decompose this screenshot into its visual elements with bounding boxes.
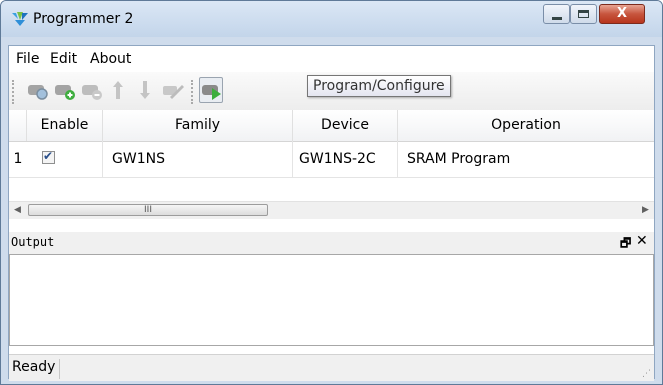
header-enable[interactable]: Enable [27, 110, 103, 141]
minimize-button[interactable] [543, 4, 570, 24]
maximize-icon [578, 10, 589, 18]
family-cell[interactable]: GW1NS [103, 141, 293, 177]
close-button[interactable]: X [599, 4, 645, 24]
move-down-button[interactable] [133, 77, 157, 103]
move-down-icon [140, 81, 150, 99]
toolbar-grip[interactable] [12, 80, 17, 104]
add-device-button[interactable] [52, 77, 76, 103]
float-panel-icon[interactable]: 🗗 [620, 234, 631, 255]
app-logo-icon [12, 12, 28, 26]
status-text: Ready [12, 359, 61, 379]
program-configure-button[interactable] [199, 77, 223, 103]
close-panel-icon[interactable]: ✕ [636, 233, 648, 249]
device-table: Enable Family Device Operation 1 ✔ GW1NS… [9, 110, 654, 219]
scrollbar-thumb[interactable]: III [28, 204, 268, 216]
program-configure-tooltip: Program/Configure [307, 75, 451, 97]
minimize-icon [552, 17, 562, 20]
table-row[interactable]: ✔ GW1NS GW1NS-2C SRAM Program [9, 141, 654, 178]
window-title: Programmer 2 [33, 11, 134, 27]
menu-about[interactable]: About [90, 51, 131, 67]
output-text-area[interactable] [9, 254, 654, 346]
header-family[interactable]: Family [103, 110, 293, 141]
edit-device-button[interactable] [160, 77, 184, 103]
scroll-right-icon[interactable]: ▶ [637, 202, 654, 219]
scan-icon [28, 85, 48, 100]
enable-cell: ✔ [27, 141, 103, 177]
add-device-icon [55, 85, 75, 100]
header-operation[interactable]: Operation [398, 110, 654, 141]
program-configure-icon [202, 85, 221, 100]
close-icon: X [616, 6, 628, 21]
programmer-window: Programmer 2 X File Edit About Enable Fa… [0, 0, 663, 385]
menu-edit[interactable]: Edit [50, 51, 77, 67]
enable-checkbox[interactable]: ✔ [42, 149, 55, 164]
header-device[interactable]: Device [293, 110, 398, 141]
output-panel: Output 🗗 ✕ [9, 232, 654, 354]
remove-device-icon [82, 85, 102, 100]
device-cell[interactable]: GW1NS-2C [293, 141, 398, 177]
status-bar: Ready ⋰ [9, 354, 654, 381]
remove-device-button[interactable] [79, 77, 103, 103]
toolbar-grip-2[interactable] [191, 80, 196, 104]
edit-icon [163, 85, 184, 99]
output-header[interactable]: Output 🗗 ✕ [9, 232, 654, 255]
maximize-button[interactable] [570, 4, 597, 24]
scroll-left-icon[interactable]: ◀ [9, 202, 26, 219]
operation-cell[interactable]: SRAM Program [398, 141, 654, 177]
output-title: Output [11, 235, 55, 249]
horizontal-scrollbar[interactable]: ◀ III ▶ [9, 201, 654, 219]
header-index [9, 110, 27, 141]
move-up-button[interactable] [106, 77, 130, 103]
checkmark-icon: ✔ [43, 149, 54, 163]
move-up-icon [113, 81, 123, 99]
title-bar[interactable]: Programmer 2 X [1, 1, 662, 37]
scan-device-button[interactable] [25, 77, 49, 103]
menu-file[interactable]: File [16, 51, 39, 67]
resize-grip-icon[interactable]: ⋰ [642, 369, 651, 379]
table-header: Enable Family Device Operation [9, 110, 654, 142]
menu-bar: File Edit About [9, 46, 654, 73]
